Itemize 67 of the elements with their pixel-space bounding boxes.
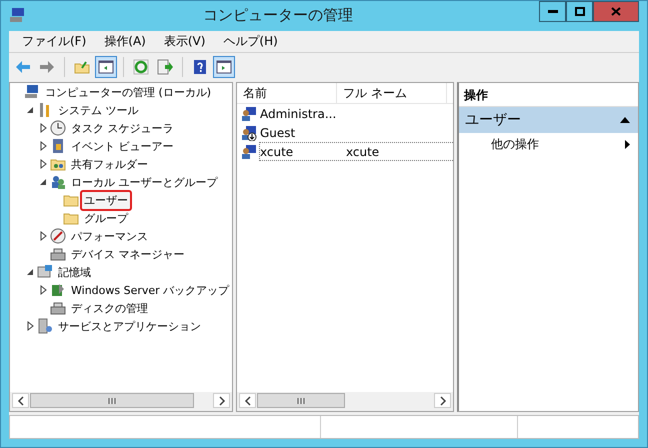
tree-item[interactable]: ディスクの管理 bbox=[67, 298, 152, 318]
help-icon bbox=[192, 58, 208, 74]
export-icon bbox=[157, 58, 173, 74]
node-icon bbox=[50, 174, 66, 190]
tree-item[interactable]: サービスとアプリケーション bbox=[54, 316, 205, 336]
tree-item[interactable]: デバイス マネージャー bbox=[67, 244, 188, 264]
tree-item[interactable]: イベント ビューアー bbox=[67, 136, 178, 156]
chevron-right-icon bbox=[218, 396, 226, 406]
action-link[interactable]: 他の操作 bbox=[491, 136, 539, 153]
node-icon bbox=[24, 84, 40, 100]
toolbar-button[interactable] bbox=[95, 56, 117, 78]
scroll-left-button[interactable] bbox=[239, 393, 256, 408]
tree-item[interactable]: コンピューターの管理 (ローカル) bbox=[41, 83, 216, 102]
tree-item[interactable]: ユーザー bbox=[80, 190, 132, 210]
tree-item[interactable]: Windows Server バックアップ bbox=[67, 280, 232, 300]
chevron-left-icon bbox=[244, 396, 252, 406]
node-icon bbox=[37, 264, 53, 280]
menu-item[interactable]: ヘルプ(H) bbox=[214, 31, 287, 52]
minimize-button[interactable] bbox=[539, 1, 566, 22]
collapse-icon bbox=[620, 117, 630, 123]
table-cell-text: Guest bbox=[260, 126, 296, 140]
list-row[interactable]: Administra... bbox=[259, 104, 453, 123]
node-icon bbox=[50, 246, 66, 262]
column-header[interactable]: 名前 bbox=[237, 83, 337, 103]
column-header[interactable]: フル ネーム bbox=[337, 83, 447, 103]
node-icon bbox=[50, 282, 66, 298]
right-arrow-icon bbox=[39, 58, 55, 74]
scrollbar-thumb[interactable] bbox=[30, 393, 194, 408]
list-row[interactable]: xcute xcute bbox=[259, 142, 453, 161]
table-cell-text: xcute bbox=[345, 144, 380, 158]
pane-icon bbox=[216, 58, 232, 74]
toolbar-button[interactable] bbox=[213, 56, 235, 78]
menu-item[interactable]: ファイル(F) bbox=[13, 31, 96, 52]
refresh-icon bbox=[133, 58, 149, 74]
tree-item[interactable]: ローカル ユーザーとグループ bbox=[67, 172, 222, 192]
menu-item[interactable]: 操作(A) bbox=[95, 31, 155, 52]
maximize-button[interactable] bbox=[566, 1, 593, 22]
window-title: コンピューターの管理 bbox=[203, 6, 353, 25]
action-section-header[interactable]: ユーザー bbox=[459, 107, 638, 133]
chevron-left-icon bbox=[16, 396, 24, 406]
node-icon bbox=[50, 228, 66, 244]
scroll-left-button[interactable] bbox=[12, 393, 29, 408]
node-icon bbox=[50, 120, 66, 136]
table-cell-text: xcute bbox=[260, 144, 294, 158]
table-cell-text: Administra... bbox=[260, 106, 338, 120]
node-icon bbox=[50, 138, 66, 154]
tree-item[interactable]: グループ bbox=[80, 208, 132, 228]
tree-item[interactable]: 記憶域 bbox=[54, 262, 95, 282]
computer-icon bbox=[9, 7, 25, 23]
folder-icon bbox=[74, 58, 90, 74]
pane-icon bbox=[98, 58, 114, 74]
scroll-right-button[interactable] bbox=[434, 393, 451, 408]
node-icon bbox=[50, 300, 66, 316]
menu-item[interactable]: 表示(V) bbox=[154, 31, 214, 52]
tree-item[interactable]: タスク スケジューラ bbox=[67, 118, 178, 138]
tree-item[interactable]: 共有フォルダー bbox=[67, 154, 152, 174]
chevron-right-icon bbox=[438, 396, 446, 406]
node-icon bbox=[37, 318, 53, 334]
scrollbar-thumb[interactable] bbox=[257, 393, 345, 408]
close-button[interactable] bbox=[593, 1, 639, 22]
tree-item[interactable]: システム ツール bbox=[54, 100, 142, 120]
minimize-icon bbox=[548, 10, 558, 14]
close-icon bbox=[611, 7, 621, 16]
scroll-right-button[interactable] bbox=[213, 393, 230, 408]
left-arrow-icon bbox=[15, 58, 31, 74]
tree-item[interactable]: パフォーマンス bbox=[67, 226, 152, 246]
maximize-icon bbox=[574, 7, 584, 16]
